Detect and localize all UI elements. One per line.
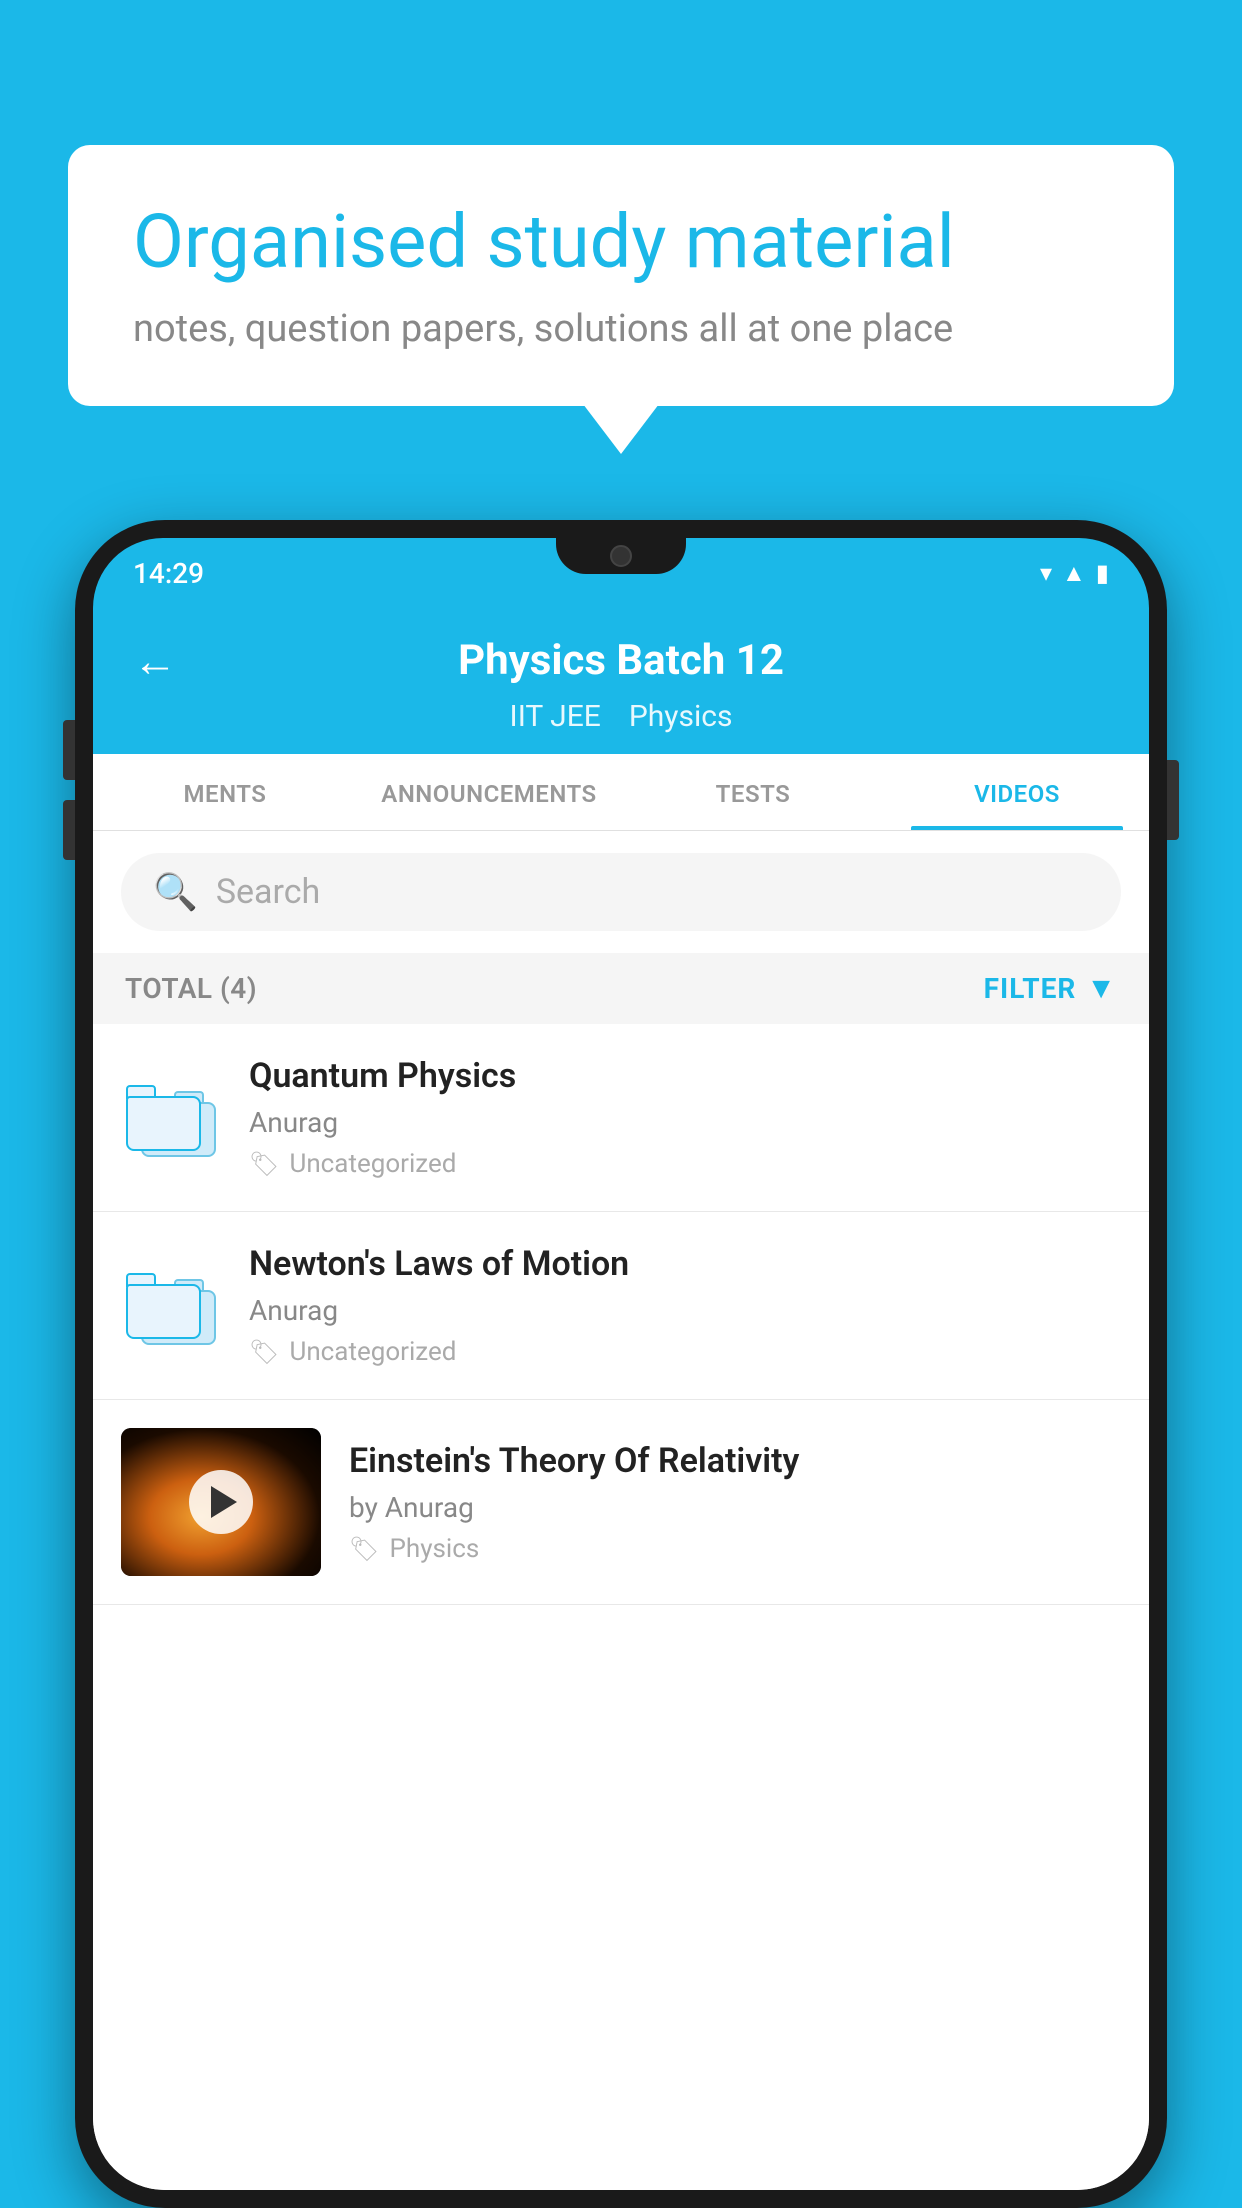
subtitle-iitjee: IIT JEE — [510, 699, 601, 734]
app-header-top: ← Physics Batch 12 — [133, 636, 1109, 685]
tag-icon: 🏷 — [249, 1150, 279, 1178]
filter-label: FILTER — [984, 972, 1077, 1005]
tab-videos[interactable]: VIDEOS — [885, 754, 1149, 830]
item-title: Quantum Physics — [249, 1056, 1121, 1096]
item-tag: 🏷 Uncategorized — [249, 1337, 1121, 1367]
item-title: Newton's Laws of Motion — [249, 1244, 1121, 1284]
item-title: Einstein's Theory Of Relativity — [349, 1441, 1121, 1481]
volume-down-button — [63, 800, 75, 860]
list-item[interactable]: Newton's Laws of Motion Anurag 🏷 Uncateg… — [93, 1212, 1149, 1400]
search-placeholder: Search — [216, 872, 320, 912]
tag-label: Physics — [389, 1534, 479, 1564]
folder-icon-quantum — [121, 1079, 221, 1157]
phone-outer: 14:29 ▾ ▲ ▮ ← Physics Batch 12 IIT JEE P… — [75, 520, 1167, 2208]
tab-announcements[interactable]: ANNOUNCEMENTS — [357, 754, 621, 830]
filter-button[interactable]: FILTER ▼ — [984, 971, 1117, 1006]
power-button — [1167, 760, 1179, 840]
tabs-container: MENTS ANNOUNCEMENTS TESTS VIDEOS — [93, 754, 1149, 831]
item-author: Anurag — [249, 1106, 1121, 1139]
list-item-video[interactable]: Einstein's Theory Of Relativity by Anura… — [93, 1400, 1149, 1605]
tag-icon: 🏷 — [249, 1338, 279, 1366]
item-tag: 🏷 Uncategorized — [249, 1149, 1121, 1179]
item-content-quantum: Quantum Physics Anurag 🏷 Uncategorized — [249, 1056, 1121, 1179]
header-title: Physics Batch 12 — [458, 636, 784, 685]
phone-mockup: 14:29 ▾ ▲ ▮ ← Physics Batch 12 IIT JEE P… — [75, 520, 1167, 2208]
search-container: 🔍 Search — [93, 831, 1149, 953]
tab-tests[interactable]: TESTS — [621, 754, 885, 830]
tab-ments[interactable]: MENTS — [93, 754, 357, 830]
speech-bubble-heading: Organised study material — [133, 200, 1109, 285]
filter-bar: TOTAL (4) FILTER ▼ — [93, 953, 1149, 1024]
total-count: TOTAL (4) — [125, 972, 257, 1005]
video-thumbnail — [121, 1428, 321, 1576]
phone-notch — [556, 538, 686, 574]
play-button[interactable] — [189, 1470, 253, 1534]
search-icon: 🔍 — [153, 871, 198, 913]
battery-icon: ▮ — [1096, 559, 1109, 587]
volume-up-button — [63, 720, 75, 780]
app-header: ← Physics Batch 12 IIT JEE Physics — [93, 608, 1149, 754]
folder-icon-newton — [121, 1267, 221, 1345]
item-content-einstein: Einstein's Theory Of Relativity by Anura… — [349, 1441, 1121, 1564]
item-tag: 🏷 Physics — [349, 1534, 1121, 1564]
wifi-icon: ▾ — [1040, 559, 1052, 587]
list-item[interactable]: Quantum Physics Anurag 🏷 Uncategorized — [93, 1024, 1149, 1212]
back-button[interactable]: ← — [133, 635, 177, 687]
search-bar[interactable]: 🔍 Search — [121, 853, 1121, 931]
tag-icon: 🏷 — [349, 1535, 379, 1563]
item-content-newton: Newton's Laws of Motion Anurag 🏷 Uncateg… — [249, 1244, 1121, 1367]
speech-bubble-container: Organised study material notes, question… — [68, 145, 1174, 406]
item-author: Anurag — [249, 1294, 1121, 1327]
subtitle-physics: Physics — [629, 699, 733, 734]
list-container: Quantum Physics Anurag 🏷 Uncategorized — [93, 1024, 1149, 2190]
camera-lens — [610, 545, 632, 567]
play-triangle-icon — [211, 1486, 237, 1518]
status-icons: ▾ ▲ ▮ — [1040, 559, 1109, 588]
speech-bubble-subtext: notes, question papers, solutions all at… — [133, 307, 1109, 351]
item-author: by Anurag — [349, 1491, 1121, 1524]
status-bar: 14:29 ▾ ▲ ▮ — [93, 538, 1149, 608]
tag-label: Uncategorized — [289, 1149, 456, 1179]
phone-screen: ← Physics Batch 12 IIT JEE Physics MENTS… — [93, 608, 1149, 2190]
tag-label: Uncategorized — [289, 1337, 456, 1367]
speech-bubble: Organised study material notes, question… — [68, 145, 1174, 406]
header-subtitle: IIT JEE Physics — [510, 699, 733, 734]
filter-icon: ▼ — [1086, 971, 1117, 1006]
signal-icon: ▲ — [1062, 559, 1086, 588]
status-time: 14:29 — [133, 557, 204, 590]
